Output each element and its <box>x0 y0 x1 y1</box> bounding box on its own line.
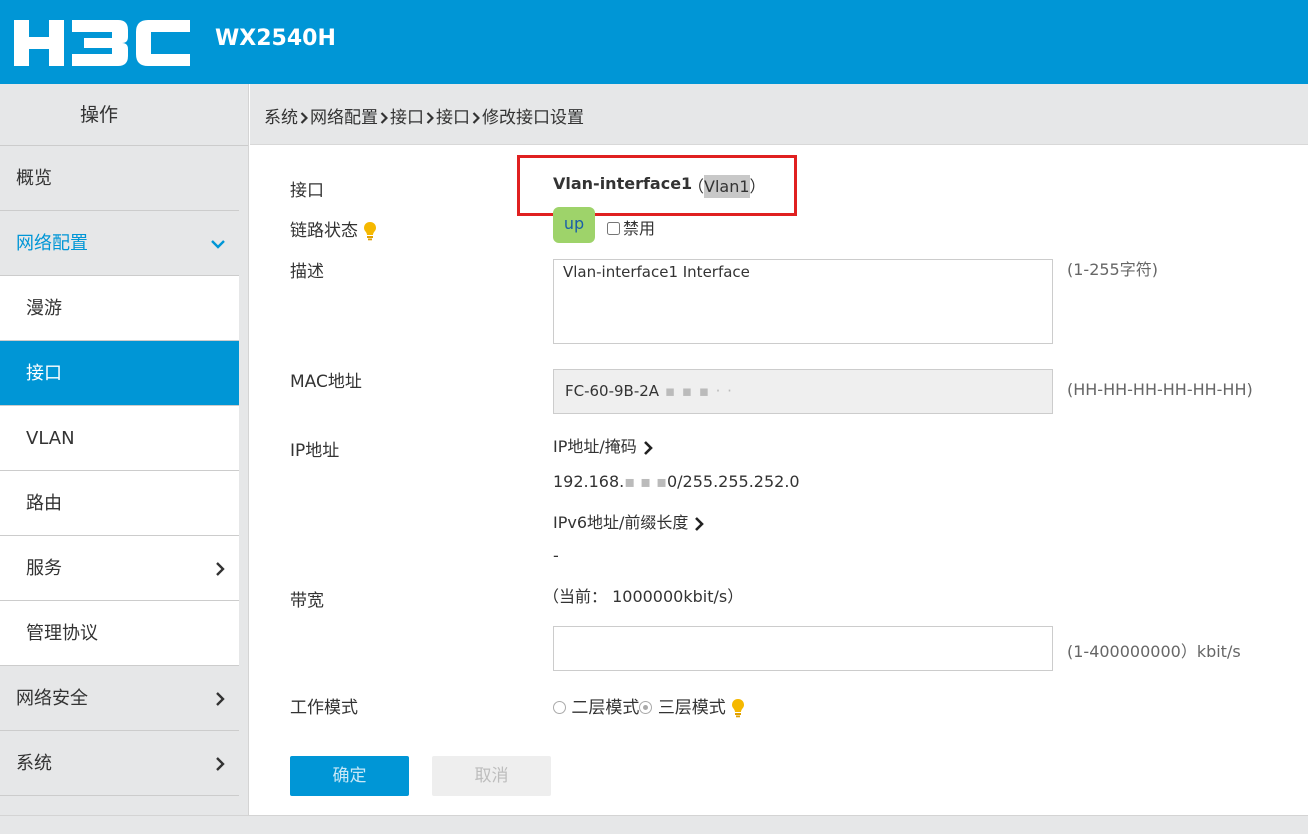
sidebar-item-label: 管理协议 <box>26 623 98 644</box>
chevron-right-icon <box>215 666 225 731</box>
work-mode-options: 二层模式 三层模式 <box>553 693 745 718</box>
ip-mask-link-label: IP地址/掩码 <box>553 437 637 456</box>
sidebar-item-label: 接口 <box>26 363 62 384</box>
sidebar-item-label: VLAN <box>26 428 75 449</box>
sidebar-item-label: 服务 <box>26 558 62 579</box>
mac-input[interactable]: FC-60-9B-2A ▪ ▪ ▪ · · <box>553 369 1053 414</box>
top-header: WX2540H <box>0 0 1308 84</box>
ipv6-value: - <box>553 546 559 565</box>
ip-label: IP地址 <box>290 441 340 461</box>
link-state-badge: up <box>553 207 595 243</box>
work-mode-label: 工作模式 <box>290 698 358 718</box>
layer2-radio[interactable] <box>553 701 566 714</box>
main-content: 接口 Vlan-interface1 （Vlan1） 链路状态 up 禁用 描述… <box>250 145 1308 815</box>
sidebar-item[interactable]: 路由 <box>0 471 239 536</box>
bandwidth-input[interactable] <box>553 626 1053 671</box>
mac-label: MAC地址 <box>290 372 362 392</box>
ip-mask-link[interactable]: IP地址/掩码 <box>553 433 653 457</box>
layer3-label[interactable]: 三层模式 <box>658 698 726 718</box>
ip-value: 192.168.▪ ▪ ▪0/255.255.252.0 <box>553 472 800 491</box>
cancel-button[interactable]: 取消 <box>432 756 551 796</box>
ip-value-prefix: 192.168. <box>553 472 625 491</box>
mac-value: FC-60-9B-2A <box>565 382 660 400</box>
ok-button[interactable]: 确定 <box>290 756 409 796</box>
lightbulb-icon[interactable] <box>363 221 377 241</box>
ip-redacted: ▪ ▪ ▪ <box>624 472 667 491</box>
footer-bar <box>0 815 1308 834</box>
disable-checkbox-row[interactable]: 禁用 <box>607 215 655 239</box>
sidebar-item-label: 网络配置 <box>16 233 88 254</box>
breadcrumb-item[interactable]: 接口 <box>390 108 424 128</box>
sidebar-item[interactable]: 管理协议 <box>0 601 239 666</box>
disable-checkbox[interactable] <box>607 222 620 235</box>
interface-name: Vlan-interface1 <box>553 174 693 193</box>
link-state-row: 链路状态 <box>290 216 377 241</box>
device-model: WX2540H <box>215 26 336 51</box>
breadcrumb-item[interactable]: 网络配置 <box>310 108 378 128</box>
breadcrumb: 系统 网络配置 接口 接口 修改接口设置 <box>264 103 584 128</box>
breadcrumb-bar: 系统 网络配置 接口 接口 修改接口设置 <box>250 84 1308 145</box>
vlan-info: （Vlan1） <box>688 173 766 198</box>
breadcrumb-item: 修改接口设置 <box>482 108 584 128</box>
bandwidth-hint: (1-400000000）kbit/s <box>1067 642 1241 661</box>
vlan-open-paren: （ <box>688 177 705 196</box>
sidebar-item[interactable]: 概览 <box>0 146 239 211</box>
chevron-down-icon <box>211 211 225 276</box>
description-hint: (1-255字符) <box>1067 260 1158 279</box>
mac-hint: (HH-HH-HH-HH-HH-HH) <box>1067 380 1253 399</box>
breadcrumb-item[interactable]: 接口 <box>436 108 470 128</box>
sidebar-item-label: 系统 <box>16 753 52 774</box>
h3c-logo <box>14 20 190 66</box>
sidebar-item[interactable]: 系统 <box>0 731 239 796</box>
chevron-right-icon <box>215 536 225 601</box>
breadcrumb-separator-icon <box>426 111 435 127</box>
vlan-name: Vlan1 <box>704 175 750 198</box>
interface-label: 接口 <box>290 181 324 201</box>
lightbulb-icon[interactable] <box>731 698 745 718</box>
bandwidth-current: （当前： 1000000kbit/s） <box>543 587 744 606</box>
breadcrumb-separator-icon <box>300 111 309 127</box>
chevron-right-icon <box>215 731 225 796</box>
layer3-radio[interactable] <box>639 701 653 714</box>
disable-label: 禁用 <box>623 219 656 238</box>
sidebar: 操作 概览网络配置漫游接口 VLAN 路由服务管理协议网络安全系统 <box>0 84 249 834</box>
bandwidth-label: 带宽 <box>290 591 324 611</box>
sidebar-item[interactable]: 服务 <box>0 536 239 601</box>
sidebar-item-label: 网络安全 <box>16 688 88 709</box>
sidebar-item-label: 概览 <box>16 168 52 189</box>
breadcrumb-item[interactable]: 系统 <box>264 108 298 128</box>
ipv6-link[interactable]: IPv6地址/前缀长度 <box>553 509 705 533</box>
chevron-right-icon <box>643 440 653 455</box>
description-label: 描述 <box>290 262 324 282</box>
sidebar-menu: 概览网络配置漫游接口 VLAN 路由服务管理协议网络安全系统 <box>0 146 248 796</box>
link-state-label: 链路状态 <box>290 221 358 241</box>
sidebar-item-label: 路由 <box>26 493 62 514</box>
sidebar-item[interactable]: 网络配置 <box>0 211 239 276</box>
ip-value-suffix: 0/255.255.252.0 <box>666 472 800 491</box>
sidebar-item[interactable]: 接口 <box>0 341 239 406</box>
breadcrumb-separator-icon <box>472 111 481 127</box>
sidebar-item[interactable]: 网络安全 <box>0 666 239 731</box>
layer2-label[interactable]: 二层模式 <box>571 698 639 718</box>
sidebar-item-label: 漫游 <box>26 298 62 319</box>
ipv6-link-label: IPv6地址/前缀长度 <box>553 513 689 532</box>
chevron-right-icon <box>695 516 705 531</box>
mac-redacted: ▪ ▪ ▪ · · <box>659 382 733 400</box>
description-input[interactable]: Vlan-interface1 Interface <box>553 259 1053 344</box>
breadcrumb-separator-icon <box>380 111 389 127</box>
vlan-close-paren: ） <box>749 177 766 196</box>
sidebar-title: 操作 <box>0 84 248 146</box>
sidebar-item[interactable]: 漫游 <box>0 276 239 341</box>
sidebar-item[interactable]: VLAN <box>0 406 239 471</box>
